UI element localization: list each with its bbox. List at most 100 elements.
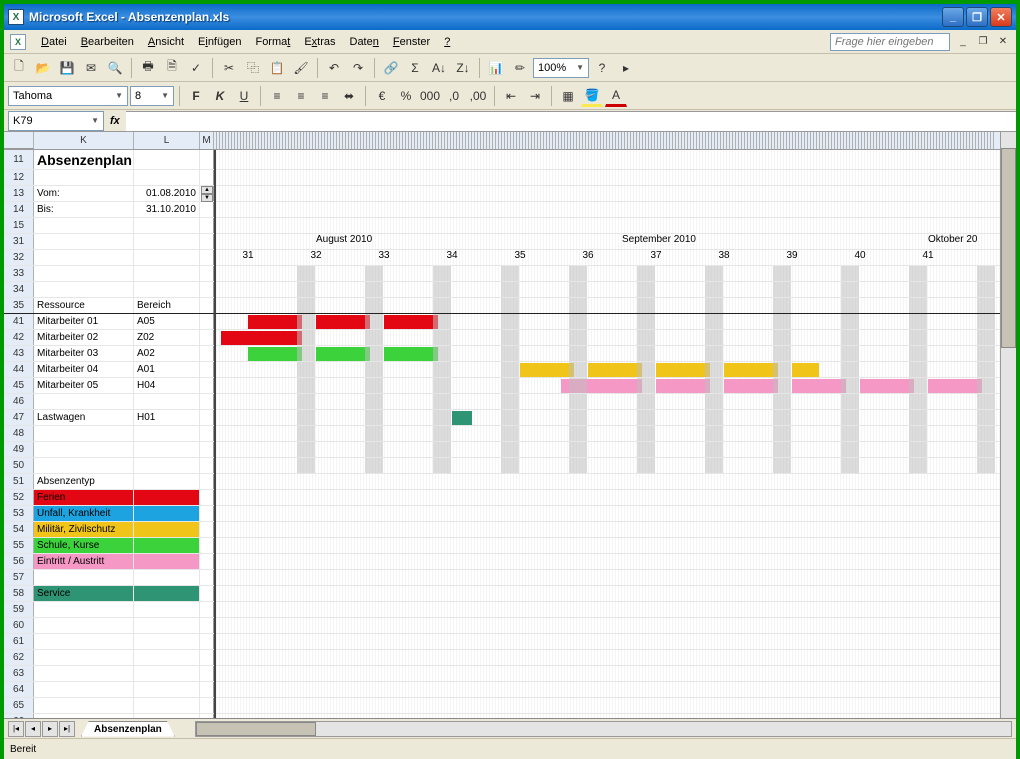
row-header[interactable]: 60 [4,618,34,633]
cell[interactable]: 31.10.2010 [134,202,200,217]
column-headers[interactable]: K L M [4,132,1016,150]
cell[interactable] [34,426,134,441]
cell[interactable] [134,490,200,505]
name-box[interactable]: K79▼ [8,111,104,131]
row-header[interactable]: 50 [4,458,34,473]
menu-datei[interactable]: Datei [34,33,74,51]
cell[interactable] [200,554,214,569]
cell[interactable] [134,634,200,649]
cell[interactable] [200,570,214,585]
chart-cell[interactable] [214,506,1016,521]
cell[interactable] [200,714,214,718]
cell[interactable] [134,666,200,681]
copy-icon[interactable]: ⿻ [242,57,264,79]
print-icon[interactable]: 🖶 [137,57,159,79]
row-header[interactable]: 32 [4,250,34,265]
cell[interactable] [200,426,214,441]
chart-cell[interactable] [214,170,1016,185]
menu-ansicht[interactable]: Ansicht [141,33,191,51]
cell[interactable]: Ressource [34,298,134,313]
cell[interactable] [200,394,214,409]
cell[interactable]: H04 [134,378,200,393]
chart-cell[interactable] [214,186,1016,201]
cell[interactable] [200,586,214,601]
cell[interactable]: Schule, Kurse [34,538,134,553]
row-header[interactable]: 52 [4,490,34,505]
cell[interactable]: Service [34,586,134,601]
cell[interactable] [200,634,214,649]
font-color-icon[interactable]: A [605,85,627,107]
cell[interactable]: A05 [134,314,200,329]
cell[interactable] [200,474,214,489]
align-left-icon[interactable]: ≡ [266,85,288,107]
cell[interactable] [34,394,134,409]
cell[interactable]: Absenzenplan [34,150,134,169]
cell[interactable] [134,442,200,457]
chart-cell[interactable] [214,202,1016,217]
cell[interactable] [34,570,134,585]
cell[interactable] [200,410,214,425]
cell[interactable]: Lastwagen [34,410,134,425]
cell[interactable] [200,650,214,665]
cell[interactable] [34,682,134,697]
menu-bearbeiten[interactable]: Bearbeiten [74,33,141,51]
indent-inc-icon[interactable]: ⇥ [524,85,546,107]
cell[interactable] [200,202,214,217]
tab-nav-last[interactable]: ▸| [59,721,75,737]
row-header[interactable]: 42 [4,330,34,345]
chart-cell[interactable] [214,282,1016,297]
redo-icon[interactable]: ↷ [347,57,369,79]
cell[interactable] [200,218,214,233]
paste-icon[interactable]: 📋 [266,57,288,79]
new-icon[interactable]: 🗋 [8,57,30,79]
dec-dec-icon[interactable]: ,00 [467,85,489,107]
cell[interactable] [34,666,134,681]
cell[interactable] [134,522,200,537]
align-center-icon[interactable]: ≡ [290,85,312,107]
chart-cell[interactable] [214,602,1016,617]
cell[interactable] [134,682,200,697]
help-search-input[interactable] [830,33,950,51]
minimize-button[interactable]: _ [942,7,964,27]
menu-hilfe[interactable]: ? [437,33,457,51]
indent-dec-icon[interactable]: ⇤ [500,85,522,107]
cell[interactable] [134,650,200,665]
row-header[interactable]: 64 [4,682,34,697]
scrollbar-thumb[interactable] [1001,148,1016,348]
cell[interactable] [34,458,134,473]
cell[interactable] [200,666,214,681]
cell[interactable] [200,698,214,713]
col-header-m[interactable]: M [200,132,214,149]
row-header[interactable]: 59 [4,602,34,617]
close-button[interactable]: ✕ [990,7,1012,27]
cell[interactable] [134,538,200,553]
chart-icon[interactable]: 📊 [485,57,507,79]
row-header[interactable]: 63 [4,666,34,681]
sort-asc-icon[interactable]: A↓ [428,57,450,79]
inc-dec-icon[interactable]: ,0 [443,85,465,107]
cell[interactable] [134,474,200,489]
cell[interactable] [34,170,134,185]
cell[interactable] [200,346,214,361]
cell[interactable] [200,506,214,521]
cell[interactable]: Ferien [34,490,134,505]
spell-icon[interactable]: ✓ [185,57,207,79]
row-header[interactable]: 61 [4,634,34,649]
date-spinner[interactable]: ▲▼ [201,186,213,202]
cell[interactable] [134,266,200,281]
chart-cell[interactable] [214,314,1016,329]
cell[interactable] [134,150,200,169]
col-header-k[interactable]: K [34,132,134,149]
zoom-select[interactable]: 100%▼ [533,58,589,78]
cell[interactable] [134,170,200,185]
tab-nav-first[interactable]: |◂ [8,721,24,737]
chart-cell[interactable] [214,586,1016,601]
chart-cell[interactable] [214,394,1016,409]
chart-cell[interactable] [214,218,1016,233]
chart-cell[interactable] [214,346,1016,361]
cell[interactable] [200,298,214,313]
cell[interactable] [200,602,214,617]
cell[interactable] [200,250,214,265]
cell[interactable] [200,330,214,345]
scrollbar-thumb[interactable] [196,722,316,736]
